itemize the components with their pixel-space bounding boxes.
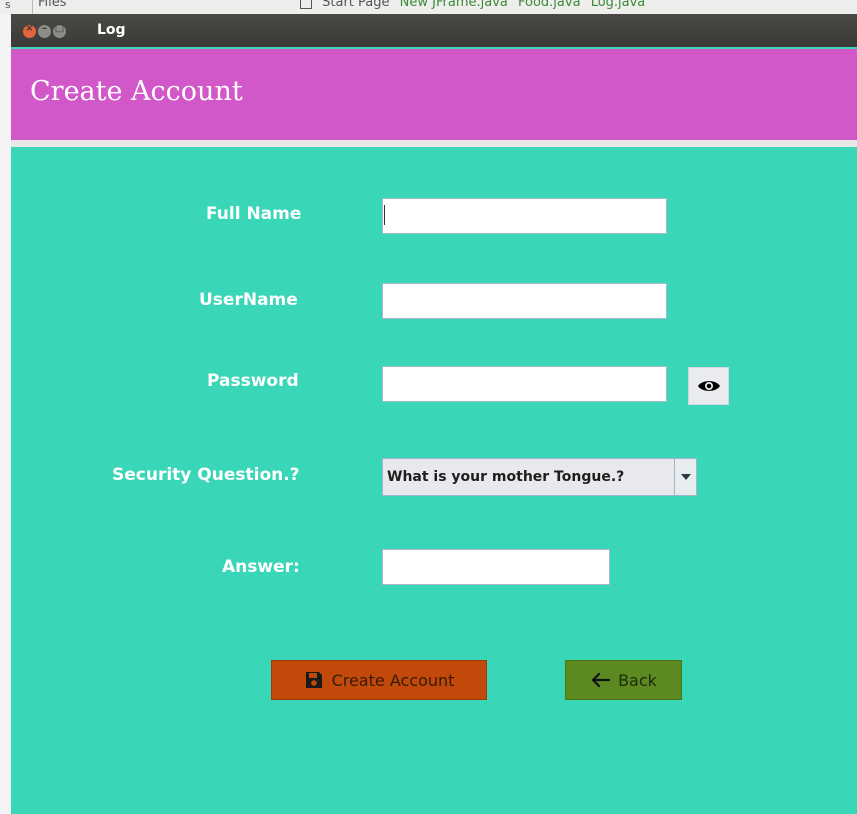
security-question-select[interactable]: What is your mother Tongue.? [382, 458, 697, 496]
security-question-label: Security Question.? [112, 465, 300, 485]
ide-background-bar: s Files Start Page New JFrame.java Food.… [0, 0, 857, 15]
window-title: Log [97, 22, 126, 38]
caret-down-icon [680, 474, 691, 480]
answer-field[interactable] [382, 549, 610, 585]
close-icon[interactable]: × [23, 23, 36, 38]
show-password-button[interactable] [688, 367, 729, 405]
create-account-label: Create Account [331, 670, 455, 690]
save-icon [305, 672, 322, 688]
answer-label: Answer: [222, 557, 300, 577]
create-account-window: × – □ Log Create Account Full Name UserN… [11, 14, 857, 814]
username-field[interactable] [382, 283, 667, 319]
dropdown-arrow-button[interactable] [674, 459, 696, 495]
password-field[interactable] [382, 366, 667, 402]
ide-tab[interactable]: Log.java [591, 0, 646, 10]
eye-icon [697, 381, 720, 391]
ide-panel-icon [300, 0, 312, 9]
full-name-label: Full Name [206, 204, 302, 224]
create-account-button[interactable]: Create Account [271, 660, 487, 700]
divider [11, 140, 857, 147]
page-title: Create Account [30, 76, 243, 107]
ide-files-tab[interactable]: Files [38, 0, 67, 10]
ide-tab[interactable]: Food.java [518, 0, 581, 10]
back-button[interactable]: Back [565, 660, 682, 700]
ide-tab[interactable]: New JFrame.java [400, 0, 508, 10]
window-titlebar: × – □ Log [11, 14, 857, 47]
minimize-icon[interactable]: – [38, 23, 51, 38]
ide-tab[interactable]: Start Page [322, 0, 389, 10]
username-label: UserName [199, 290, 298, 310]
password-label: Password [207, 371, 299, 391]
maximize-icon[interactable]: □ [53, 23, 66, 38]
back-label: Back [618, 670, 657, 690]
full-name-field[interactable] [382, 198, 667, 234]
ide-left-label: s [5, 0, 11, 11]
ide-editor-tabs: Start Page New JFrame.java Food.java Log… [300, 0, 651, 10]
header-banner: Create Account [11, 49, 857, 141]
text-cursor [384, 205, 385, 225]
arrow-left-icon [591, 672, 611, 688]
security-question-value: What is your mother Tongue.? [387, 469, 625, 485]
divider [32, 0, 33, 14]
